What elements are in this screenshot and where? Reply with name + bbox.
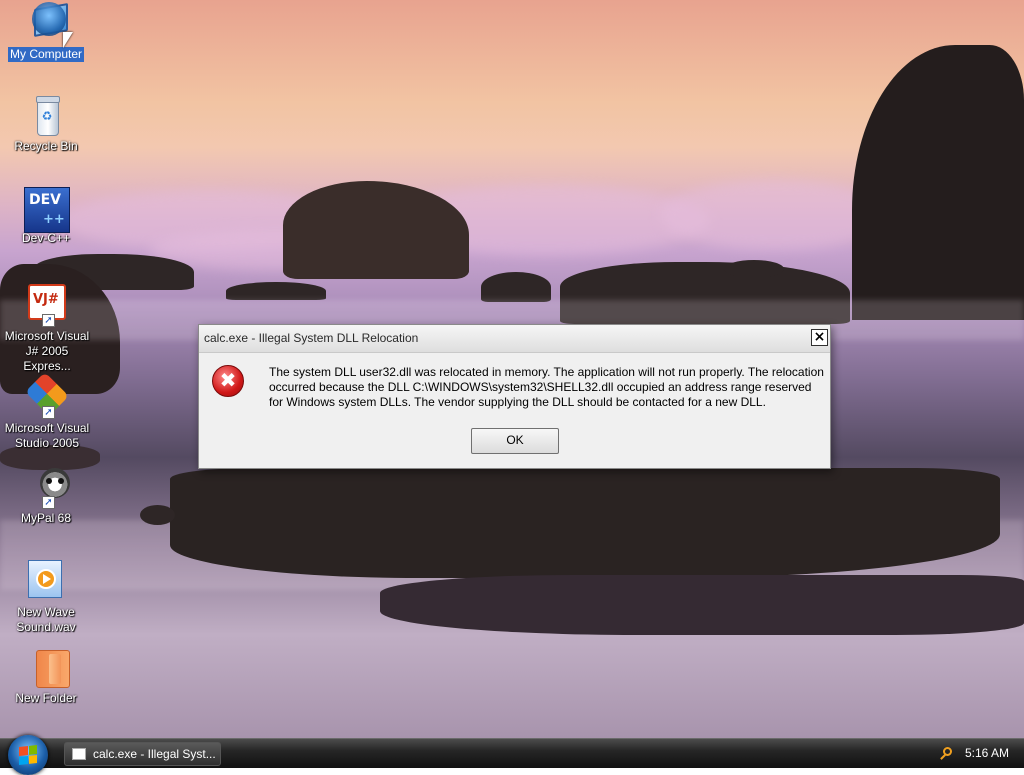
desktop-icon-label: Recycle Bin [14, 139, 78, 153]
dev-cpp-icon: DEV ++ [24, 186, 70, 233]
recycle-bin-icon: ♻ [24, 94, 68, 138]
desktop-icon-label: New Wave Sound.wav [16, 605, 76, 634]
desktop-icon-my-computer[interactable]: My Computer [0, 2, 92, 62]
desktop-icon-label: New Folder [15, 691, 77, 705]
mypal-icon: ➚ [24, 466, 70, 510]
desktop-icon-label: Microsoft Visual Studio 2005 [4, 421, 90, 450]
desktop-icon-label: Microsoft Visual J# 2005 Expres... [4, 329, 90, 373]
start-button[interactable] [8, 735, 48, 775]
visual-jsharp-icon: VJ# ➚ [24, 284, 68, 328]
my-computer-icon [24, 2, 68, 46]
taskbar-item-calc[interactable]: calc.exe - Illegal Syst... [64, 742, 221, 766]
window-icon [72, 748, 86, 760]
folder-icon [24, 646, 70, 690]
desktop-icon-recycle-bin[interactable]: ♻ Recycle Bin [0, 94, 92, 154]
desktop-icon-dev-cpp[interactable]: DEV ++ Dev-C++ [0, 186, 92, 246]
mouse-cursor-icon [63, 32, 73, 48]
shortcut-arrow-icon: ➚ [42, 314, 55, 327]
windows-logo-icon [19, 745, 37, 765]
desktop-icon-label: My Computer [7, 47, 85, 62]
dialog-title: calc.exe - Illegal System DLL Relocation [204, 331, 419, 345]
wave-sound-icon [24, 560, 68, 604]
desktop-icon-visual-jsharp[interactable]: VJ# ➚ Microsoft Visual J# 2005 Expres... [0, 284, 92, 374]
error-dialog: calc.exe - Illegal System DLL Relocation… [198, 324, 831, 469]
taskbar-item-label: calc.exe - Illegal Syst... [93, 747, 216, 761]
search-icon[interactable] [939, 746, 955, 762]
desktop-icon-label: Dev-C++ [21, 231, 71, 245]
close-icon: × [813, 329, 826, 345]
desktop-icon-label: MyPal 68 [20, 511, 72, 525]
desktop-icon-new-folder[interactable]: New Folder [0, 646, 92, 706]
dialog-titlebar[interactable]: calc.exe - Illegal System DLL Relocation… [199, 325, 830, 353]
error-icon: ✖ [212, 365, 244, 397]
taskbar: calc.exe - Illegal Syst... 5:16 AM [0, 735, 1024, 775]
visual-studio-icon: ➚ [24, 372, 69, 420]
desktop-icon-mypal[interactable]: ➚ MyPal 68 [0, 466, 92, 526]
close-button[interactable]: × [811, 329, 828, 346]
shortcut-arrow-icon: ➚ [42, 496, 55, 509]
desktop-icon-visual-studio[interactable]: ➚ Microsoft Visual Studio 2005 [0, 372, 92, 451]
desktop-icon-wave-sound[interactable]: New Wave Sound.wav [0, 560, 92, 635]
ok-button[interactable]: OK [471, 428, 559, 454]
dialog-message: The system DLL user32.dll was relocated … [269, 365, 824, 409]
shortcut-arrow-icon: ➚ [42, 406, 55, 419]
clock[interactable]: 5:16 AM [965, 746, 1009, 760]
